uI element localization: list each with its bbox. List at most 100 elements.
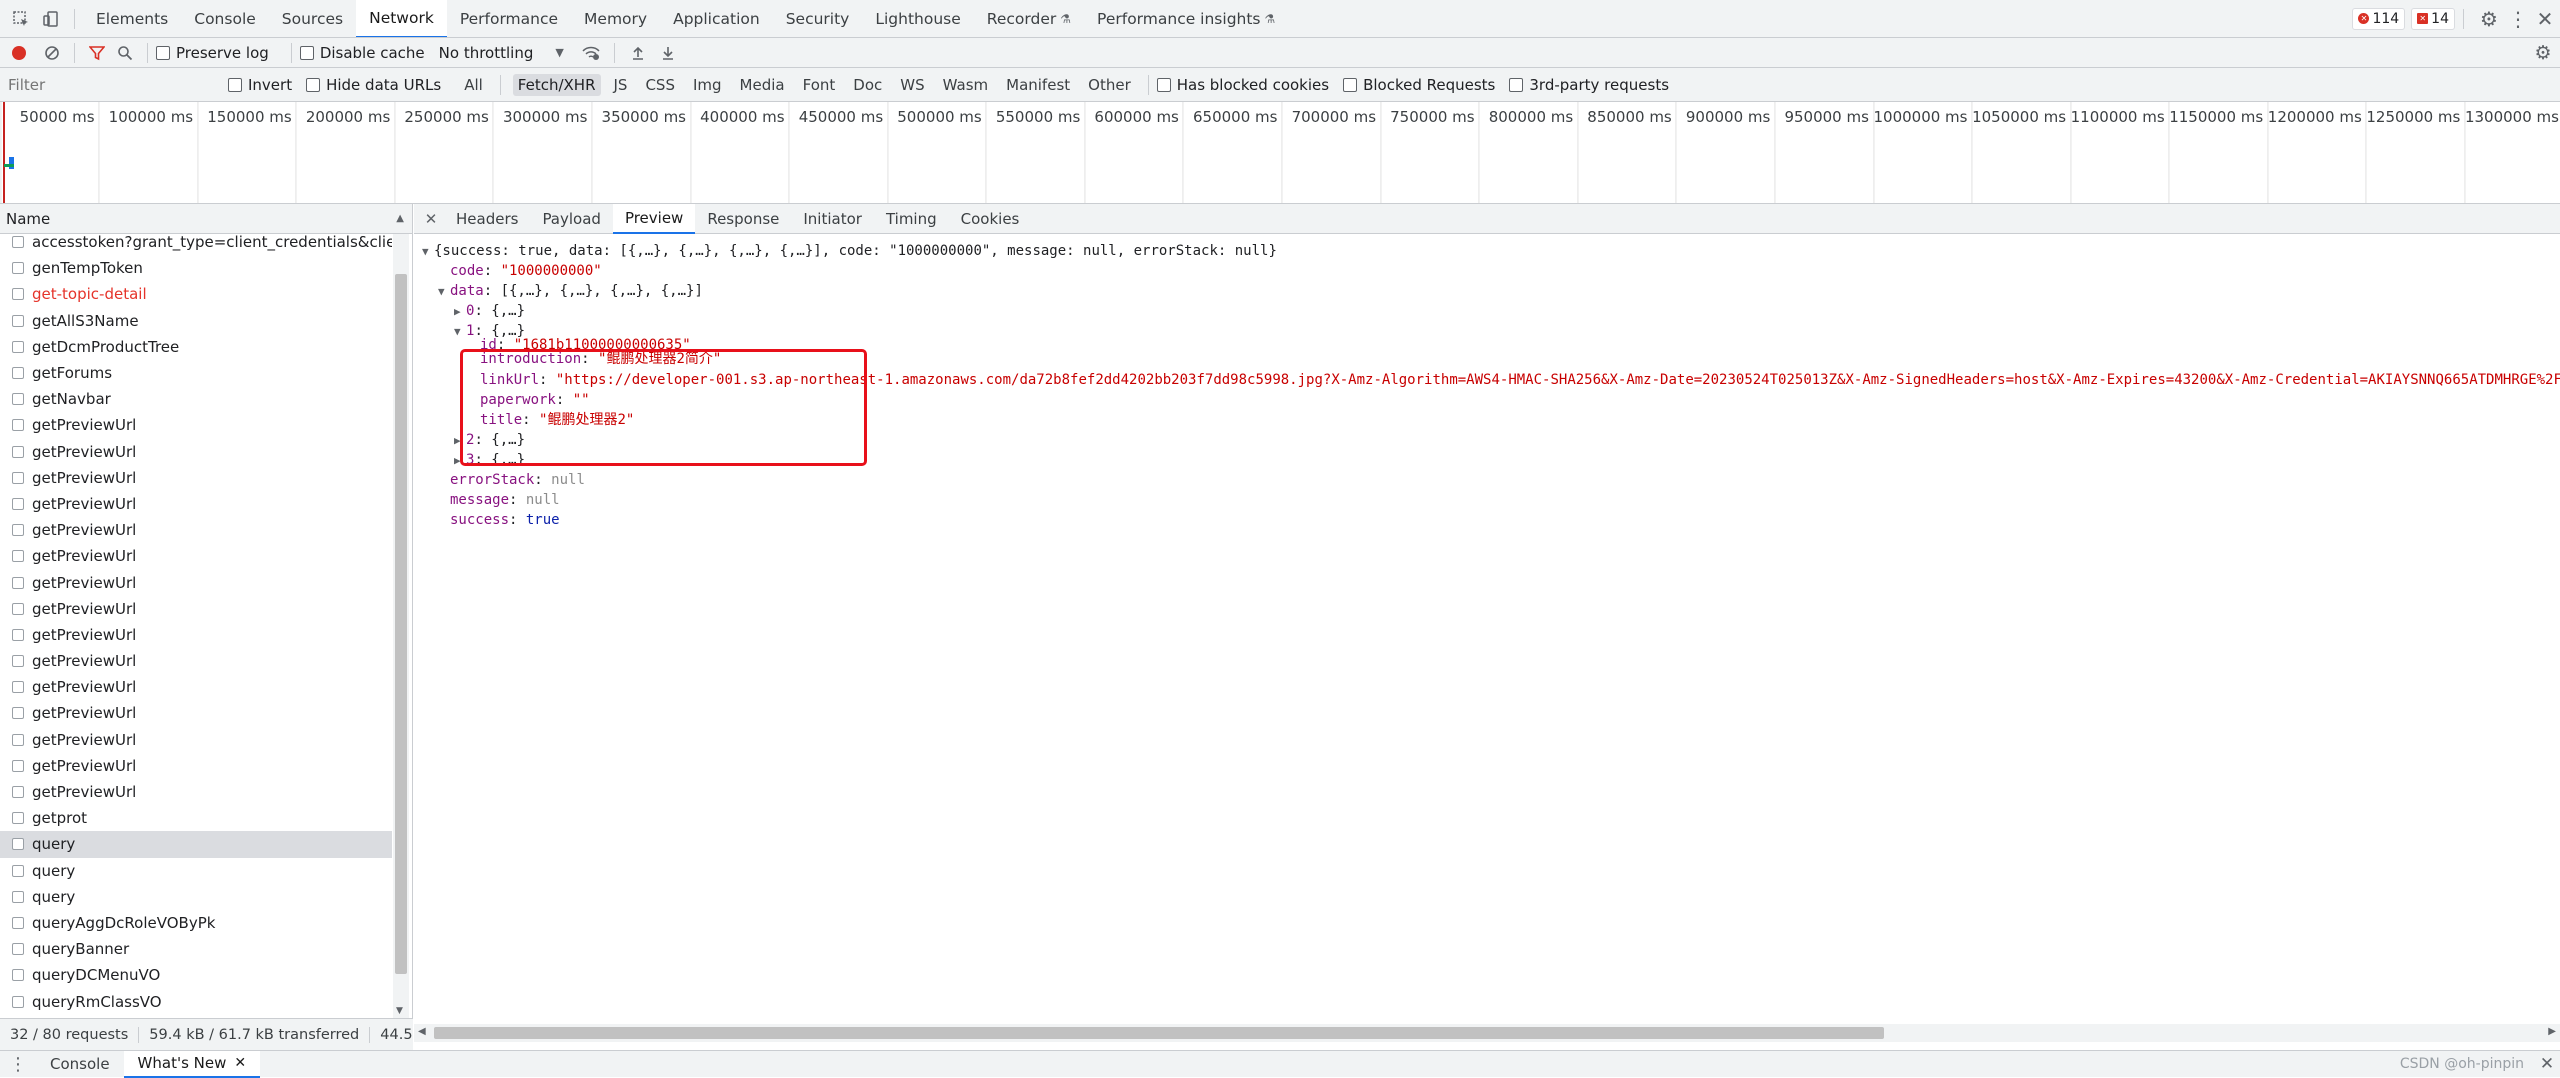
request-row[interactable]: genTempToken <box>0 255 392 281</box>
tab-performance[interactable]: Performance <box>447 0 571 37</box>
tab-console[interactable]: Console <box>181 0 269 37</box>
detail-tab-response[interactable]: Response <box>695 204 791 234</box>
filter-input[interactable] <box>6 72 218 97</box>
request-row[interactable]: getPreviewUrl <box>0 517 392 543</box>
scroll-right-arrow-icon[interactable]: ▶ <box>2548 1026 2556 1037</box>
record-icon[interactable] <box>0 38 38 67</box>
device-toolbar-icon[interactable] <box>36 0 66 37</box>
request-row[interactable]: getDcmProductTree <box>0 334 392 360</box>
detail-tab-initiator[interactable]: Initiator <box>791 204 874 234</box>
request-row[interactable]: getPreviewUrl <box>0 439 392 465</box>
collapsed-triangle-icon[interactable]: ▶ <box>454 302 466 322</box>
disable-cache-checkbox[interactable]: Disable cache <box>299 44 425 62</box>
request-row[interactable]: getPreviewUrl <box>0 674 392 700</box>
checkbox[interactable] <box>299 45 314 60</box>
request-row[interactable]: getPreviewUrl <box>0 700 392 726</box>
blocked-requests-checkbox[interactable]: Blocked Requests <box>1343 76 1495 94</box>
issue-count-badge[interactable]: ✕ 14 <box>2411 7 2455 30</box>
settings-gear-icon[interactable]: ⚙ <box>2472 0 2506 37</box>
inspect-element-icon[interactable] <box>6 0 36 37</box>
tab-elements[interactable]: Elements <box>83 0 181 37</box>
type-filter-all[interactable]: All <box>459 74 488 96</box>
name-column-header[interactable]: Name ▲ <box>0 204 412 234</box>
request-row[interactable]: query <box>0 831 392 858</box>
tab-security[interactable]: Security <box>773 0 863 37</box>
type-filter-css[interactable]: CSS <box>640 74 680 96</box>
request-list-scrollbar[interactable]: ▼ <box>393 234 409 1018</box>
more-options-icon[interactable]: ⋮ <box>2506 0 2530 37</box>
filter-icon[interactable] <box>83 38 111 67</box>
request-row[interactable]: getPreviewUrl <box>0 622 392 648</box>
json-root-line[interactable]: ▼ {success: true, data: [{,…}, {,…}, {,…}… <box>414 241 2560 261</box>
type-filter-manifest[interactable]: Manifest <box>1001 74 1075 96</box>
type-filter-js[interactable]: JS <box>609 74 633 96</box>
checkbox[interactable] <box>1509 77 1524 92</box>
expanded-triangle-icon[interactable]: ▼ <box>422 242 434 262</box>
checkbox[interactable] <box>306 77 321 92</box>
request-row[interactable]: getprot <box>0 805 392 831</box>
scrollbar-thumb[interactable] <box>395 274 407 974</box>
close-drawer-icon[interactable]: ✕ <box>2534 1051 2560 1078</box>
json-property[interactable]: ▼ data: [{,…}, {,…}, {,…}, {,…}] <box>414 281 2560 301</box>
drawer-menu-icon[interactable]: ⋮ <box>0 1051 36 1078</box>
request-row[interactable]: getPreviewUrl <box>0 491 392 517</box>
drawer-tab-whats-new[interactable]: What's New ✕ <box>123 1050 261 1078</box>
request-row[interactable]: query <box>0 858 392 884</box>
close-tab-icon[interactable]: ✕ <box>234 1055 246 1071</box>
invert-checkbox[interactable]: Invert <box>228 76 292 94</box>
type-filter-other[interactable]: Other <box>1083 74 1136 96</box>
request-row[interactable]: getPreviewUrl <box>0 648 392 674</box>
request-row[interactable]: getForums <box>0 360 392 386</box>
tab-memory[interactable]: Memory <box>571 0 660 37</box>
scroll-left-arrow-icon[interactable]: ◀ <box>418 1026 426 1037</box>
throttling-select[interactable]: No throttling ▼ <box>439 44 564 62</box>
json-property[interactable]: ▶ 0: {,…} <box>414 301 2560 321</box>
request-row[interactable]: getPreviewUrl <box>0 753 392 779</box>
request-row[interactable]: getPreviewUrl <box>0 779 392 805</box>
hide-data-urls-checkbox[interactable]: Hide data URLs <box>306 76 441 94</box>
request-row[interactable]: queryRmClassVO <box>0 988 392 1014</box>
detail-tab-headers[interactable]: Headers <box>444 204 530 234</box>
detail-tab-preview[interactable]: Preview <box>612 204 696 234</box>
request-row[interactable]: getPreviewUrl <box>0 569 392 595</box>
request-row[interactable]: queryBanner <box>0 936 392 962</box>
tab-sources[interactable]: Sources <box>269 0 356 37</box>
tab-recorder[interactable]: Recorder ⚗ <box>974 0 1084 37</box>
request-row[interactable]: getPreviewUrl <box>0 596 392 622</box>
checkbox[interactable] <box>228 77 242 92</box>
network-settings-gear-icon[interactable]: ⚙ <box>2526 38 2560 67</box>
request-row[interactable]: getNavbar <box>0 386 392 412</box>
tab-network[interactable]: Network <box>356 0 447 37</box>
tab-application[interactable]: Application <box>660 0 773 37</box>
request-row[interactable]: getAllS3Name <box>0 308 392 334</box>
network-conditions-icon[interactable] <box>576 38 606 67</box>
request-row[interactable]: queryDCMenuVO <box>0 962 392 988</box>
checkbox[interactable] <box>1156 77 1171 92</box>
request-row[interactable]: getPreviewUrl <box>0 727 392 753</box>
error-count-badge[interactable]: ✕ 114 <box>2352 7 2406 30</box>
export-har-icon[interactable] <box>653 38 683 67</box>
type-filter-ws[interactable]: WS <box>895 74 929 96</box>
third-party-requests-checkbox[interactable]: 3rd-party requests <box>1509 76 1669 94</box>
request-row[interactable]: get-topic-detail <box>0 281 392 307</box>
preserve-log-checkbox[interactable]: Preserve log <box>156 44 269 62</box>
close-devtools-icon[interactable]: ✕ <box>2530 0 2560 37</box>
detail-tab-timing[interactable]: Timing <box>874 204 949 234</box>
expanded-triangle-icon[interactable]: ▼ <box>438 282 450 302</box>
request-row[interactable]: getPreviewUrl <box>0 465 392 491</box>
drawer-tab-console[interactable]: Console <box>36 1051 124 1078</box>
checkbox[interactable] <box>1343 77 1358 92</box>
preview-horizontal-scrollbar[interactable]: ◀ ▶ <box>414 1024 2560 1042</box>
search-icon[interactable] <box>111 38 139 67</box>
request-row[interactable]: getPreviewUrl <box>0 543 392 569</box>
scroll-down-arrow-icon[interactable]: ▼ <box>396 1006 403 1016</box>
import-har-icon[interactable] <box>623 38 653 67</box>
checkbox[interactable] <box>156 45 170 60</box>
detail-tab-payload[interactable]: Payload <box>530 204 613 234</box>
has-blocked-cookies-checkbox[interactable]: Has blocked cookies <box>1156 76 1329 94</box>
request-row[interactable]: queryAggDcRoleVOByPk <box>0 910 392 936</box>
detail-tab-cookies[interactable]: Cookies <box>949 204 1032 234</box>
scrollbar-thumb[interactable] <box>434 1027 1884 1039</box>
type-filter-font[interactable]: Font <box>798 74 841 96</box>
type-filter-wasm[interactable]: Wasm <box>938 74 994 96</box>
